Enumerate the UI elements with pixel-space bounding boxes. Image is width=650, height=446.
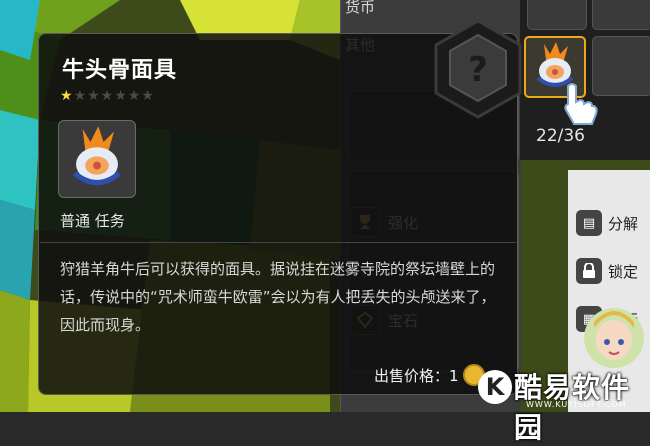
svg-text:?: ? [468,50,488,90]
bull-skull-mask-icon [73,126,121,186]
lock-icon [576,258,602,284]
item-slot[interactable] [592,36,650,96]
lock-label: 锁定 [608,262,639,281]
star-empty-icon: ★★★★★★ [73,88,155,104]
item-slot[interactable] [592,0,650,30]
lock-button[interactable]: 锁定 [576,258,638,284]
item-slot[interactable] [527,0,587,30]
sell-price-label: 出售价格：1 [374,366,459,385]
watermark-logo: K [478,370,512,404]
pointer-hand-icon [564,83,598,125]
item-description: 狩猎羊角牛后可以获得的面具。据说挂在迷雾寺院的祭坛墙壁上的话，传说中的“咒术师蛮… [60,260,496,334]
placeholder-slot-icon: ? [428,15,528,125]
mascot-portrait [584,308,644,368]
watermark-url: WWW.KUYISOFT.COM [526,400,627,409]
disassemble-button[interactable]: ▤ 分解 [576,210,638,236]
item-name: 牛头骨面具 [62,58,178,83]
disassemble-icon: ▤ [576,210,602,236]
disassemble-label: 分解 [608,214,639,233]
star-rating: ★★★★★★★ [60,88,155,104]
divider [40,242,516,243]
item-tags: 普通 任务 [60,212,125,230]
sell-price: 出售价格：1 [374,364,485,386]
star-filled-icon: ★ [60,88,74,104]
tab-currency[interactable]: 货币 [345,0,375,17]
slot-count: 22/36 [536,126,585,146]
item-thumbnail [58,120,136,198]
